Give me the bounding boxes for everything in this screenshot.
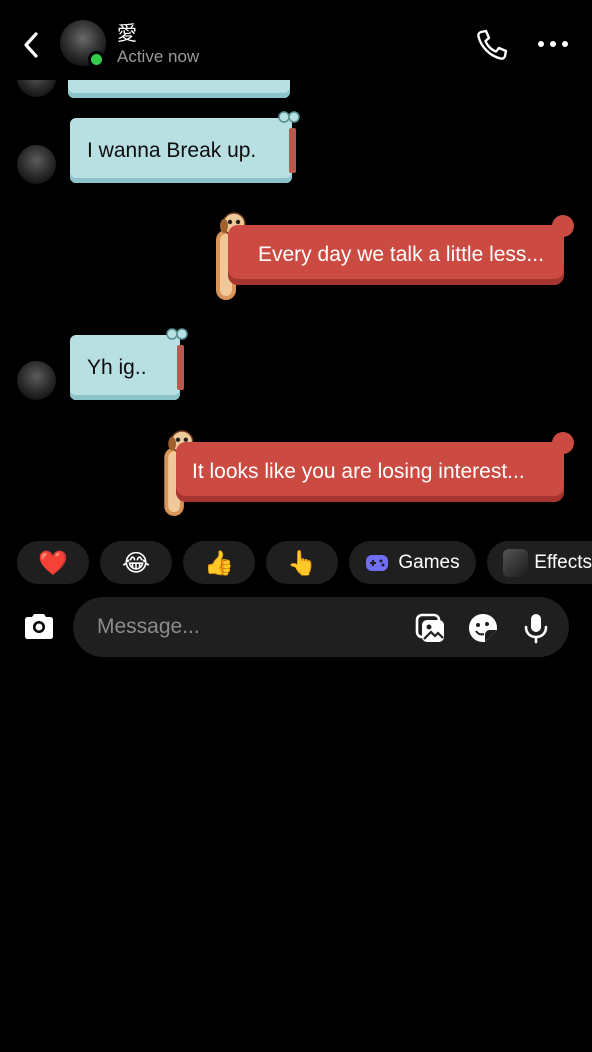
gallery-icon bbox=[415, 613, 444, 642]
more-options-button[interactable] bbox=[536, 32, 570, 56]
games-label: Games bbox=[398, 551, 460, 573]
gallery-button[interactable] bbox=[413, 611, 447, 645]
sticker-button[interactable] bbox=[466, 611, 500, 645]
message-text: Yh ig.. bbox=[87, 355, 147, 379]
camera-button[interactable] bbox=[20, 608, 58, 646]
pointing-up-icon: 👆 bbox=[287, 548, 317, 577]
message-bubble-partial[interactable] bbox=[68, 78, 290, 98]
contact-avatar-small bbox=[17, 145, 56, 184]
message-text: I wanna Break up. bbox=[87, 138, 257, 162]
message-text: Every day we talk a little less... bbox=[258, 243, 544, 266]
chevron-left-icon bbox=[24, 32, 38, 58]
sticker-icon bbox=[469, 614, 497, 642]
quick-reaction-thumbs-up[interactable]: 👍 bbox=[183, 541, 255, 584]
phone-icon bbox=[477, 29, 508, 60]
effects-label: Effects bbox=[534, 551, 592, 573]
scroll-curl-icon bbox=[278, 111, 300, 123]
effects-thumbnail bbox=[503, 548, 529, 577]
chat-header: 愛 Active now bbox=[0, 0, 592, 80]
gamepad-icon bbox=[366, 554, 389, 571]
message-composer bbox=[73, 597, 569, 657]
voice-message-button[interactable] bbox=[519, 611, 553, 645]
message-bubble-incoming[interactable]: Yh ig.. bbox=[70, 328, 188, 400]
games-chip[interactable]: Games bbox=[349, 541, 476, 584]
message-bubble-outgoing[interactable]: It looks like you are losing interest... bbox=[176, 432, 574, 502]
online-status-dot bbox=[88, 51, 105, 68]
quick-reaction-laugh[interactable]: 😂 bbox=[100, 541, 172, 584]
tears-of-joy-icon: 😂 bbox=[121, 548, 151, 577]
microphone-icon bbox=[524, 614, 548, 644]
quick-reaction-heart[interactable]: ❤️ bbox=[17, 541, 89, 584]
message-bubble-outgoing[interactable]: Every day we talk a little less... bbox=[228, 215, 574, 285]
message-input[interactable] bbox=[97, 611, 397, 643]
back-button[interactable] bbox=[16, 28, 46, 62]
quick-reaction-point-up[interactable]: 👆 bbox=[266, 541, 338, 584]
message-bubble-incoming[interactable]: I wanna Break up. bbox=[70, 111, 300, 183]
voice-call-button[interactable] bbox=[474, 27, 510, 63]
contact-avatar-small bbox=[17, 361, 56, 400]
more-dots-icon bbox=[538, 41, 568, 47]
camera-icon bbox=[25, 614, 53, 639]
contact-status: Active now bbox=[117, 47, 200, 66]
heart-icon: ❤️ bbox=[38, 548, 68, 577]
effects-chip[interactable]: Effects bbox=[487, 541, 592, 584]
scroll-curl-icon bbox=[166, 328, 188, 340]
contact-name[interactable]: 愛 bbox=[117, 17, 137, 46]
message-text: It looks like you are losing interest... bbox=[192, 460, 525, 483]
thumbs-up-icon: 👍 bbox=[204, 548, 234, 577]
